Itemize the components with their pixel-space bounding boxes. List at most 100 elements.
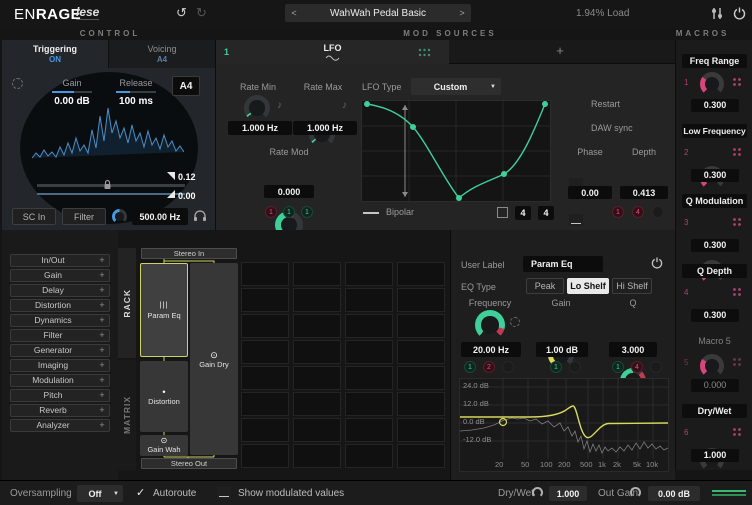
rack-cell[interactable] — [397, 418, 445, 442]
plus-icon[interactable]: + — [95, 300, 109, 311]
lfo-curve-editor[interactable] — [361, 100, 551, 202]
device-in-out[interactable]: In/Out+ — [10, 254, 110, 267]
device-gain[interactable]: Gain+ — [10, 269, 110, 282]
headphones-icon[interactable] — [193, 209, 207, 222]
plus-icon[interactable]: + — [95, 390, 109, 401]
bipolar-checkbox[interactable] — [363, 212, 379, 214]
rack-cell[interactable] — [293, 366, 341, 390]
eq-q-value[interactable]: 3.000 — [609, 342, 657, 357]
eq-type-hi-shelf-button[interactable]: Hi Shelf — [612, 278, 652, 294]
rack-cell[interactable] — [397, 366, 445, 390]
outgain-knob[interactable] — [630, 487, 641, 498]
user-label-input[interactable]: Param Eq — [523, 256, 603, 272]
plus-icon[interactable]: + — [95, 360, 109, 371]
macro-1-drag-icon[interactable] — [732, 77, 742, 87]
gain-slider[interactable] — [52, 91, 92, 93]
rack-cell[interactable] — [345, 288, 393, 312]
rack-cell[interactable] — [345, 340, 393, 364]
macro-4-knob[interactable] — [700, 354, 724, 378]
rack-cell[interactable] — [345, 392, 393, 416]
outgain-value[interactable]: 0.00 dB — [648, 486, 700, 501]
device-filter[interactable]: Filter+ — [10, 329, 110, 342]
device-pitch[interactable]: Pitch+ — [10, 389, 110, 402]
macro-6-drag-icon[interactable] — [732, 427, 742, 437]
macro-4-value[interactable]: 0.300 — [691, 309, 739, 322]
note-button[interactable]: A4 — [172, 76, 200, 96]
threshold-hi-marker[interactable] — [167, 172, 175, 180]
filter-freq-knob[interactable] — [112, 209, 127, 224]
eq-q-badge-3[interactable] — [650, 361, 662, 373]
eq-gain-badge-2[interactable] — [569, 361, 581, 373]
rack-cell[interactable] — [345, 262, 393, 286]
rate-mod-badge-2[interactable]: 1 — [283, 206, 295, 218]
lfo-type-dropdown[interactable]: Custom ▼ — [411, 78, 501, 95]
rack-cell[interactable] — [293, 314, 341, 338]
device-dynamics[interactable]: Dynamics+ — [10, 314, 110, 327]
eq-freq-badge-2[interactable]: 2 — [483, 361, 495, 373]
device-power-icon[interactable] — [651, 257, 663, 269]
preset-selector[interactable]: < WahWah Pedal Basic > — [285, 4, 471, 22]
stereo-in-node[interactable]: Stereo In — [141, 248, 237, 259]
threshold-lo-marker[interactable] — [167, 190, 175, 198]
rate-min-knob[interactable] — [244, 95, 270, 121]
macro-3-value[interactable]: 0.300 — [691, 239, 739, 252]
rack-cell[interactable] — [241, 288, 289, 312]
rack-cell[interactable] — [345, 366, 393, 390]
eq-frequency-knob[interactable] — [475, 310, 505, 340]
macro-5-value[interactable]: 0.000 — [691, 379, 739, 392]
macro-3-drag-icon[interactable] — [732, 217, 742, 227]
rack-cell[interactable] — [293, 340, 341, 364]
eq-freq-badge-3[interactable] — [502, 361, 514, 373]
eq-freq-badge-1[interactable]: 1 — [464, 361, 476, 373]
eq-gain-value[interactable]: 1.00 dB — [536, 342, 588, 357]
preset-prev-icon[interactable]: < — [285, 8, 303, 18]
lock-icon[interactable] — [102, 179, 113, 190]
device-delay[interactable]: Delay+ — [10, 284, 110, 297]
depth-badge-2[interactable]: 4 — [632, 206, 644, 218]
eq-type-lo-shelf-button[interactable]: Lo Shelf — [567, 278, 609, 294]
rate-mod-value[interactable]: 0.000 — [264, 185, 314, 198]
tab-lfo[interactable]: 1 LFO — [216, 40, 449, 64]
daw-sync-checkbox[interactable] — [569, 214, 583, 226]
rack-cell[interactable] — [397, 262, 445, 286]
lfo-grid-y-value[interactable]: 4 — [538, 206, 554, 220]
rack-cell[interactable] — [397, 288, 445, 312]
rack-block-distortion[interactable]: • Distortion — [140, 361, 188, 432]
rack-cell[interactable] — [241, 418, 289, 442]
rack-cell[interactable] — [293, 444, 341, 468]
undo-icon[interactable]: ↺ — [176, 5, 187, 21]
lfo-drag-handle-icon[interactable] — [418, 48, 431, 57]
device-imaging[interactable]: Imaging+ — [10, 359, 110, 372]
tab-rack[interactable]: RACK — [118, 248, 136, 358]
preset-name[interactable]: WahWah Pedal Basic — [303, 8, 453, 19]
rack-cell[interactable] — [293, 288, 341, 312]
show-modulated-checkbox[interactable] — [217, 487, 231, 499]
macro-1-value[interactable]: 0.300 — [691, 99, 739, 112]
macro-6-value[interactable]: 1.000 — [691, 449, 739, 462]
phase-value[interactable]: 0.00 — [568, 186, 612, 199]
rack-cell[interactable] — [293, 392, 341, 416]
eq-frequency-snap-icon[interactable] — [510, 317, 520, 327]
tab-triggering[interactable]: Triggering ON — [2, 40, 108, 68]
device-modulation[interactable]: Modulation+ — [10, 374, 110, 387]
macro-1-label[interactable]: Freq Range — [682, 54, 747, 68]
rack-cell[interactable] — [241, 366, 289, 390]
plus-icon[interactable]: + — [95, 285, 109, 296]
rack-cell[interactable] — [241, 340, 289, 364]
rate-min-value[interactable]: 1.000 Hz — [228, 121, 292, 135]
rate-max-value[interactable]: 1.000 Hz — [293, 121, 357, 135]
preset-next-icon[interactable]: > — [453, 8, 471, 18]
rack-cell[interactable] — [241, 392, 289, 416]
drywet-value[interactable]: 1.000 — [549, 486, 587, 501]
device-analyzer[interactable]: Analyzer+ — [10, 419, 110, 432]
device-generator[interactable]: Generator+ — [10, 344, 110, 357]
lfo-grid-x-value[interactable]: 4 — [515, 206, 531, 220]
plus-icon[interactable]: + — [95, 345, 109, 356]
plus-icon[interactable]: + — [95, 405, 109, 416]
rack-cell[interactable] — [345, 314, 393, 338]
stereo-out-node[interactable]: Stereo Out — [141, 458, 237, 469]
power-icon[interactable] — [733, 7, 746, 20]
rate-max-sync-icon[interactable]: ♪ — [342, 100, 347, 111]
rate-mod-badge-3[interactable]: 1 — [301, 206, 313, 218]
macro-4-drag-icon[interactable] — [732, 287, 742, 297]
